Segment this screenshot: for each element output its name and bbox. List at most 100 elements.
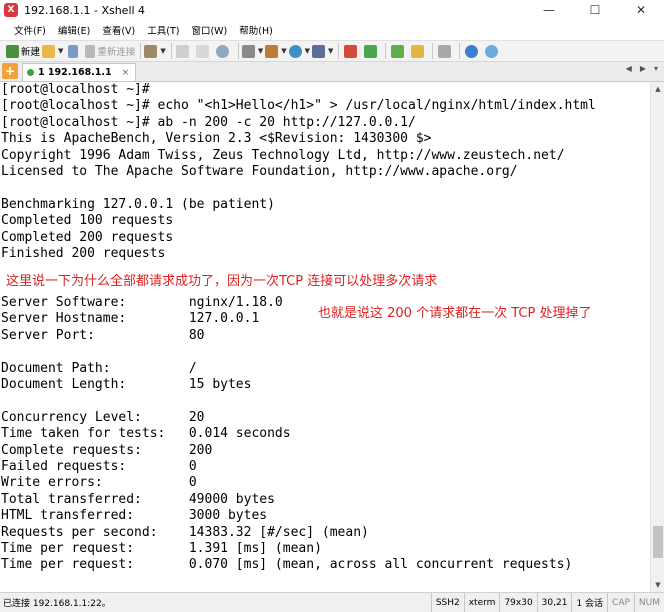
reconnect-icon bbox=[85, 44, 96, 58]
tab-session-1[interactable]: 1 192.168.1.1 × bbox=[22, 63, 137, 81]
terminal-line: Total transferred: 49000 bytes bbox=[1, 491, 275, 507]
toolbar-separator bbox=[459, 43, 461, 59]
terminal-line: Write errors: 0 bbox=[1, 475, 197, 491]
close-tab-icon[interactable]: × bbox=[122, 68, 130, 78]
terminal-line: Server Port: 80 bbox=[1, 327, 205, 343]
chevron-down-icon: ▼ bbox=[304, 47, 310, 55]
window-title: 192.168.1.1 - Xshell 4 bbox=[24, 3, 146, 17]
terminal-size-status: 79x30 bbox=[499, 592, 536, 612]
tab-prev-icon[interactable]: ◀ bbox=[626, 64, 632, 73]
annotation-text: 也就是说这 200 个请求都在一次 TCP 处理掉了 bbox=[318, 306, 592, 321]
xftp-button[interactable] bbox=[342, 42, 360, 60]
paste-button[interactable] bbox=[195, 42, 213, 60]
terminal-line: Completed 100 requests bbox=[1, 213, 174, 229]
terminal-line: Document Path: / bbox=[1, 360, 197, 376]
terminal-line: [root@localhost ~]# echo "<h1>Hello</h1>… bbox=[1, 98, 596, 114]
help-button[interactable] bbox=[463, 42, 481, 60]
keyboard-icon bbox=[437, 44, 451, 58]
magnifier-icon bbox=[216, 44, 230, 58]
terminal-area[interactable]: [root@localhost ~]# [root@localhost ~]# … bbox=[0, 82, 650, 592]
new-session-button[interactable]: 新建 bbox=[6, 42, 40, 60]
caps-lock-status: CAP bbox=[607, 592, 634, 612]
chevron-down-icon: ▼ bbox=[281, 47, 287, 55]
properties-button[interactable]: ▼ bbox=[144, 42, 166, 60]
print-button[interactable]: ▼ bbox=[241, 42, 264, 60]
reconnect-button[interactable]: 重新连接 bbox=[85, 42, 135, 60]
annotation-text: 这里说一下为什么全部都请求成功了，因为一次TCP 连接可以处理多次请求 bbox=[6, 274, 438, 289]
connection-status: 已连接 192.168.1.1:22。 bbox=[3, 599, 111, 609]
transfer-icon bbox=[265, 44, 279, 58]
font-button[interactable]: ▼ bbox=[311, 42, 334, 60]
scroll-up-icon[interactable]: ▲ bbox=[651, 82, 664, 96]
copy-icon bbox=[176, 44, 190, 58]
folder-icon bbox=[42, 44, 56, 58]
link-button[interactable] bbox=[65, 42, 83, 60]
menu-file[interactable]: 文件(F) bbox=[8, 23, 52, 37]
paste-icon bbox=[196, 44, 210, 58]
menu-window[interactable]: 窗口(W) bbox=[185, 23, 233, 37]
transfer-button[interactable]: ▼ bbox=[265, 42, 287, 60]
copy-button[interactable] bbox=[175, 42, 193, 60]
terminal-line: Complete requests: 200 bbox=[1, 442, 213, 458]
title-bar: X 192.168.1.1 - Xshell 4 — ☐ ✕ bbox=[0, 0, 664, 20]
maximize-button[interactable]: ☐ bbox=[572, 0, 618, 20]
terminal-line: Finished 200 requests bbox=[1, 245, 166, 261]
chevron-down-icon: ▼ bbox=[257, 47, 264, 55]
terminal-line: Concurrency Level: 20 bbox=[1, 409, 205, 425]
toolbar-separator bbox=[237, 43, 239, 59]
add-tab-button[interactable]: + bbox=[2, 63, 18, 79]
connected-status-icon bbox=[27, 69, 34, 76]
chevron-down-icon: ▼ bbox=[327, 47, 334, 55]
terminal-line: Time per request: 1.391 [ms] (mean) bbox=[1, 540, 322, 556]
keyboard-button[interactable] bbox=[436, 42, 454, 60]
font-icon bbox=[311, 44, 325, 58]
terminal-line: Completed 200 requests bbox=[1, 229, 174, 245]
menu-tools[interactable]: 工具(T) bbox=[141, 23, 185, 37]
layout-button[interactable] bbox=[389, 42, 407, 60]
toolbar-separator bbox=[432, 43, 434, 59]
help-icon bbox=[464, 44, 478, 58]
terminal-line: Copyright 1996 Adam Twiss, Zeus Technolo… bbox=[1, 147, 565, 163]
menu-edit[interactable]: 编辑(E) bbox=[52, 23, 96, 37]
lock-icon bbox=[410, 44, 424, 58]
terminal-line: Benchmarking 127.0.0.1 (be patient) bbox=[1, 196, 275, 212]
terminal-line: This is ApacheBench, Version 2.3 <$Revis… bbox=[1, 131, 432, 147]
menu-help[interactable]: 帮助(H) bbox=[233, 23, 279, 37]
menu-view[interactable]: 查看(V) bbox=[96, 23, 141, 37]
scrollbar-thumb[interactable] bbox=[653, 526, 663, 558]
tab-next-icon[interactable]: ▶ bbox=[640, 64, 646, 73]
toolbar-separator bbox=[385, 43, 387, 59]
close-button[interactable]: ✕ bbox=[618, 0, 664, 20]
session-tab-bar: + 1 192.168.1.1 × ◀ ▶ ▾ bbox=[0, 62, 664, 82]
toolbar-separator bbox=[170, 43, 172, 59]
terminal-line: Time per request: 0.070 [ms] (mean, acro… bbox=[1, 557, 573, 573]
terminal-line: Document Length: 15 bytes bbox=[1, 377, 252, 393]
properties-icon bbox=[144, 44, 158, 58]
find-button[interactable] bbox=[215, 42, 233, 60]
chat-icon bbox=[484, 44, 498, 58]
terminal-line: Failed requests: 0 bbox=[1, 458, 197, 474]
menu-bar: 文件(F) 编辑(E) 查看(V) 工具(T) 窗口(W) 帮助(H) bbox=[0, 20, 664, 40]
chat-button[interactable] bbox=[483, 42, 501, 60]
script-button[interactable] bbox=[362, 42, 380, 60]
chevron-down-icon: ▼ bbox=[160, 47, 166, 55]
lock-button[interactable] bbox=[409, 42, 427, 60]
status-bar: 已连接 192.168.1.1:22。 SSH2 xterm 79x30 30,… bbox=[0, 592, 664, 612]
reconnect-label: 重新连接 bbox=[97, 47, 136, 58]
tab-list-icon[interactable]: ▾ bbox=[654, 64, 658, 73]
scroll-down-icon[interactable]: ▼ bbox=[651, 578, 664, 592]
terminal-line: Licensed to The Apache Software Foundati… bbox=[1, 163, 518, 179]
terminal-line: [root@localhost ~]# ab -n 200 -c 20 http… bbox=[1, 114, 416, 130]
new-session-icon bbox=[6, 44, 19, 58]
globe-button[interactable]: ▼ bbox=[288, 42, 310, 60]
minimize-button[interactable]: — bbox=[526, 0, 572, 20]
open-button[interactable]: ▼ bbox=[42, 42, 63, 60]
terminal-type-status: xterm bbox=[463, 592, 500, 612]
terminal-line: HTML transferred: 3000 bytes bbox=[1, 508, 268, 524]
printer-icon bbox=[241, 44, 255, 58]
new-session-label: 新建 bbox=[21, 47, 41, 58]
session-count-status: 1 会话 bbox=[571, 592, 607, 612]
toolbar-separator bbox=[140, 43, 142, 59]
vertical-scrollbar[interactable]: ▲ ▼ bbox=[650, 82, 664, 592]
